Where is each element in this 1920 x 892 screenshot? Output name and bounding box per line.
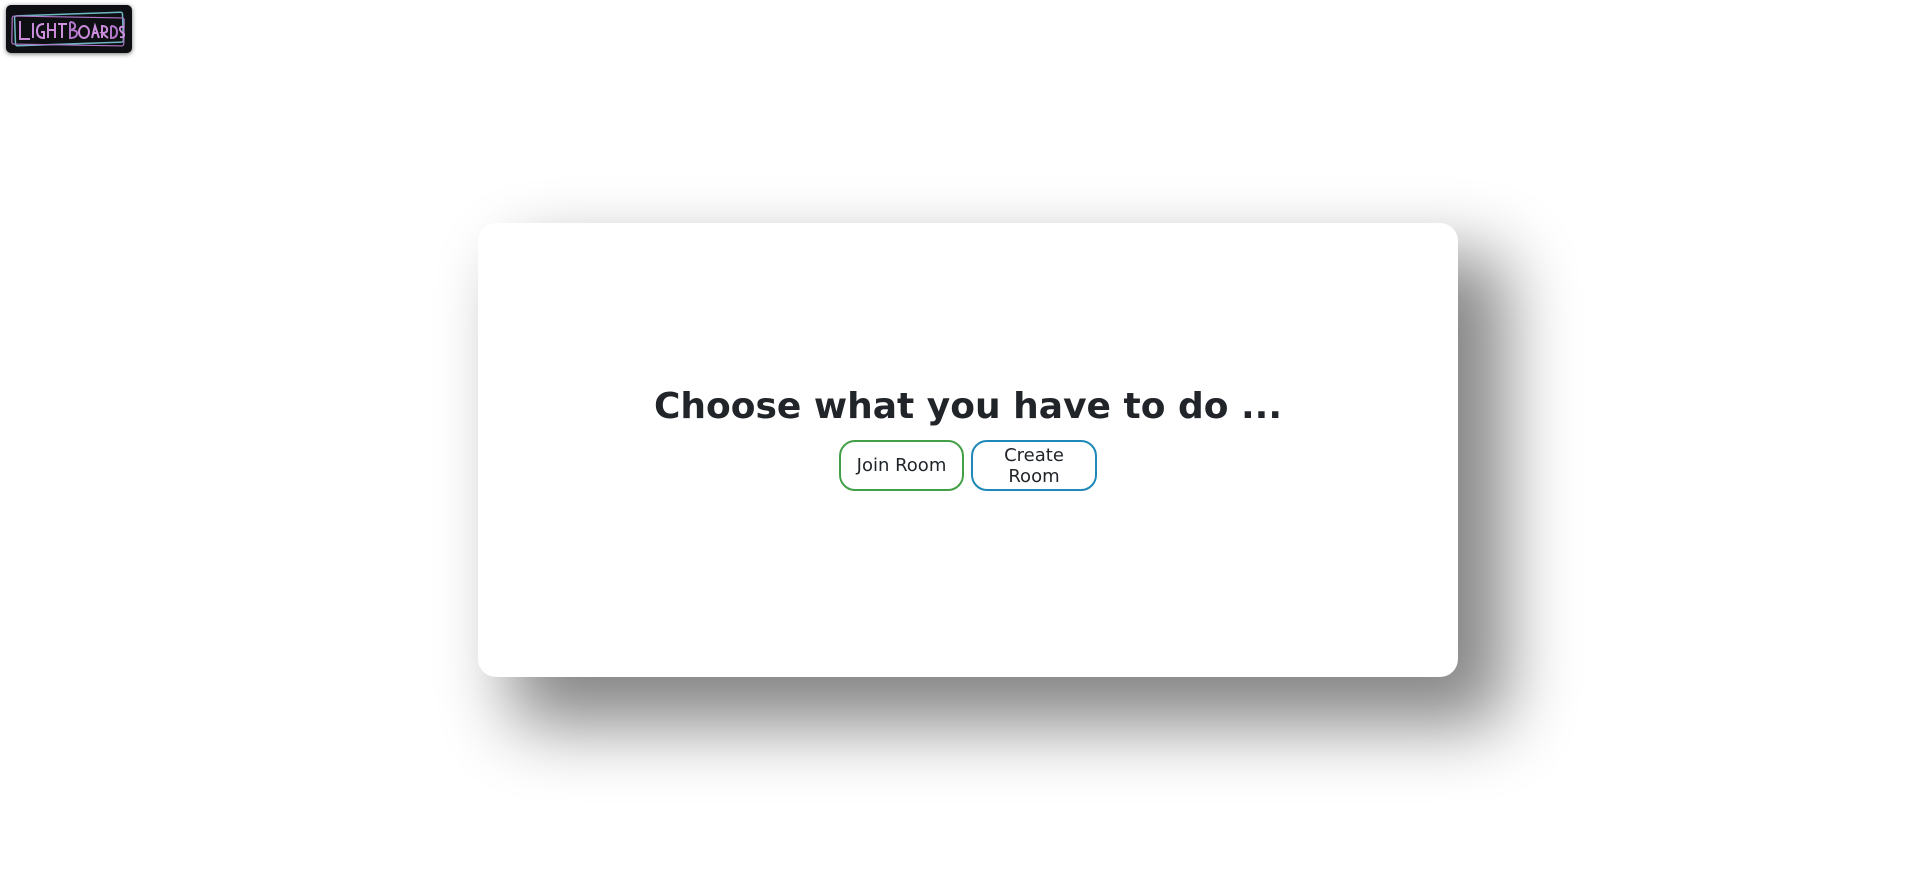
app-logo[interactable] — [6, 5, 132, 53]
choice-card: Choose what you have to do ... Join Room… — [478, 223, 1458, 677]
create-room-button[interactable]: Create Room — [971, 440, 1097, 492]
room-actions: Join Room Create Room — [839, 440, 1097, 492]
join-room-button[interactable]: Join Room — [839, 440, 964, 492]
app-root: Choose what you have to do ... Join Room… — [0, 0, 1920, 892]
neon-logo-icon — [11, 11, 126, 47]
page-title: Choose what you have to do ... — [653, 385, 1283, 427]
